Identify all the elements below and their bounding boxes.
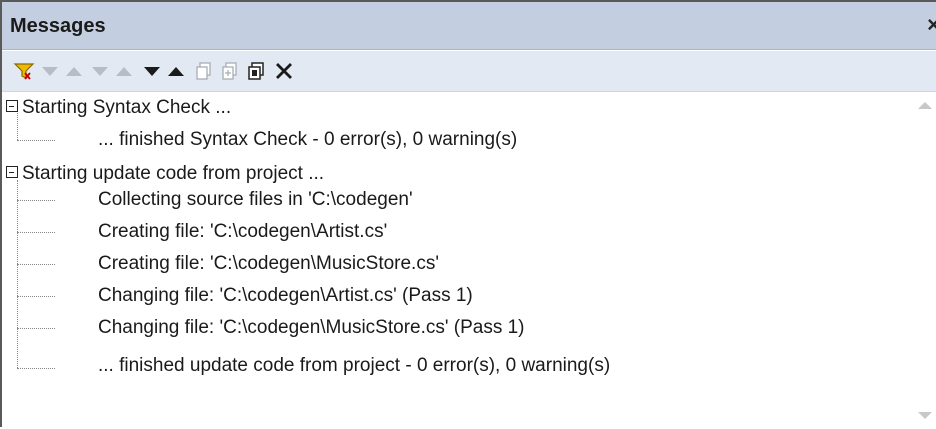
tree-line <box>17 180 18 368</box>
message-text: Creating file: 'C:\codegen\MusicStore.cs… <box>98 253 439 274</box>
scroll-down-icon[interactable] <box>918 412 932 419</box>
filter-icon[interactable] <box>12 59 36 83</box>
copy-icon[interactable] <box>192 59 216 83</box>
prev-warning-icon[interactable] <box>112 59 136 83</box>
message-text: Changing file: 'C:\codegen\Artist.cs' (P… <box>98 285 473 306</box>
close-button[interactable]: × <box>927 12 936 38</box>
tree-line <box>17 296 55 297</box>
next-down-icon[interactable] <box>38 59 62 83</box>
message-row[interactable]: ... finished update code from project - … <box>98 354 610 378</box>
messages-tree[interactable]: Starting Syntax Check ... ... finished S… <box>2 92 912 429</box>
copy-message-icon[interactable] <box>244 59 268 83</box>
tree-line <box>17 200 55 201</box>
toolbar <box>2 51 936 92</box>
window-title: Messages <box>10 15 106 37</box>
message-text: ... finished Syntax Check - 0 error(s), … <box>98 129 518 150</box>
message-row[interactable]: Changing file: 'C:\codegen\Artist.cs' (P… <box>98 284 473 308</box>
message-row[interactable]: Collecting source files in 'C:\codegen' <box>98 188 413 212</box>
message-text: ... finished update code from project - … <box>98 355 611 376</box>
collapse-toggle-icon[interactable] <box>6 100 18 112</box>
vertical-scrollbar[interactable] <box>912 92 936 429</box>
message-row[interactable]: ... finished Syntax Check - 0 error(s), … <box>98 128 517 152</box>
message-text: Starting Syntax Check ... <box>22 97 232 118</box>
message-text: Changing file: 'C:\codegen\MusicStore.cs… <box>98 317 525 338</box>
message-text: Creating file: 'C:\codegen\Artist.cs' <box>98 221 388 242</box>
collapse-toggle-icon[interactable] <box>6 166 18 178</box>
message-row[interactable]: Creating file: 'C:\codegen\Artist.cs' <box>98 220 387 244</box>
prev-error-icon[interactable] <box>164 59 188 83</box>
message-row[interactable]: Changing file: 'C:\codegen\MusicStore.cs… <box>98 316 525 340</box>
tree-line <box>17 328 55 329</box>
prev-up-icon[interactable] <box>62 59 86 83</box>
next-error-icon[interactable] <box>140 59 164 83</box>
tree-line <box>17 108 18 140</box>
message-text: Collecting source files in 'C:\codegen' <box>98 189 413 210</box>
message-row[interactable]: Creating file: 'C:\codegen\MusicStore.cs… <box>98 252 439 276</box>
message-text: Starting update code from project ... <box>22 163 325 184</box>
tree-line <box>17 140 55 141</box>
copy-all-icon[interactable] <box>218 59 242 83</box>
title-bar: Messages × <box>2 2 936 50</box>
clear-icon[interactable] <box>272 59 296 83</box>
tree-line <box>17 264 55 265</box>
tree-line <box>17 232 55 233</box>
messages-window: Messages × Starting Syntax Check ... ...… <box>0 0 936 429</box>
scroll-up-icon[interactable] <box>918 102 932 109</box>
tree-line <box>17 368 55 369</box>
next-warning-icon[interactable] <box>88 59 112 83</box>
